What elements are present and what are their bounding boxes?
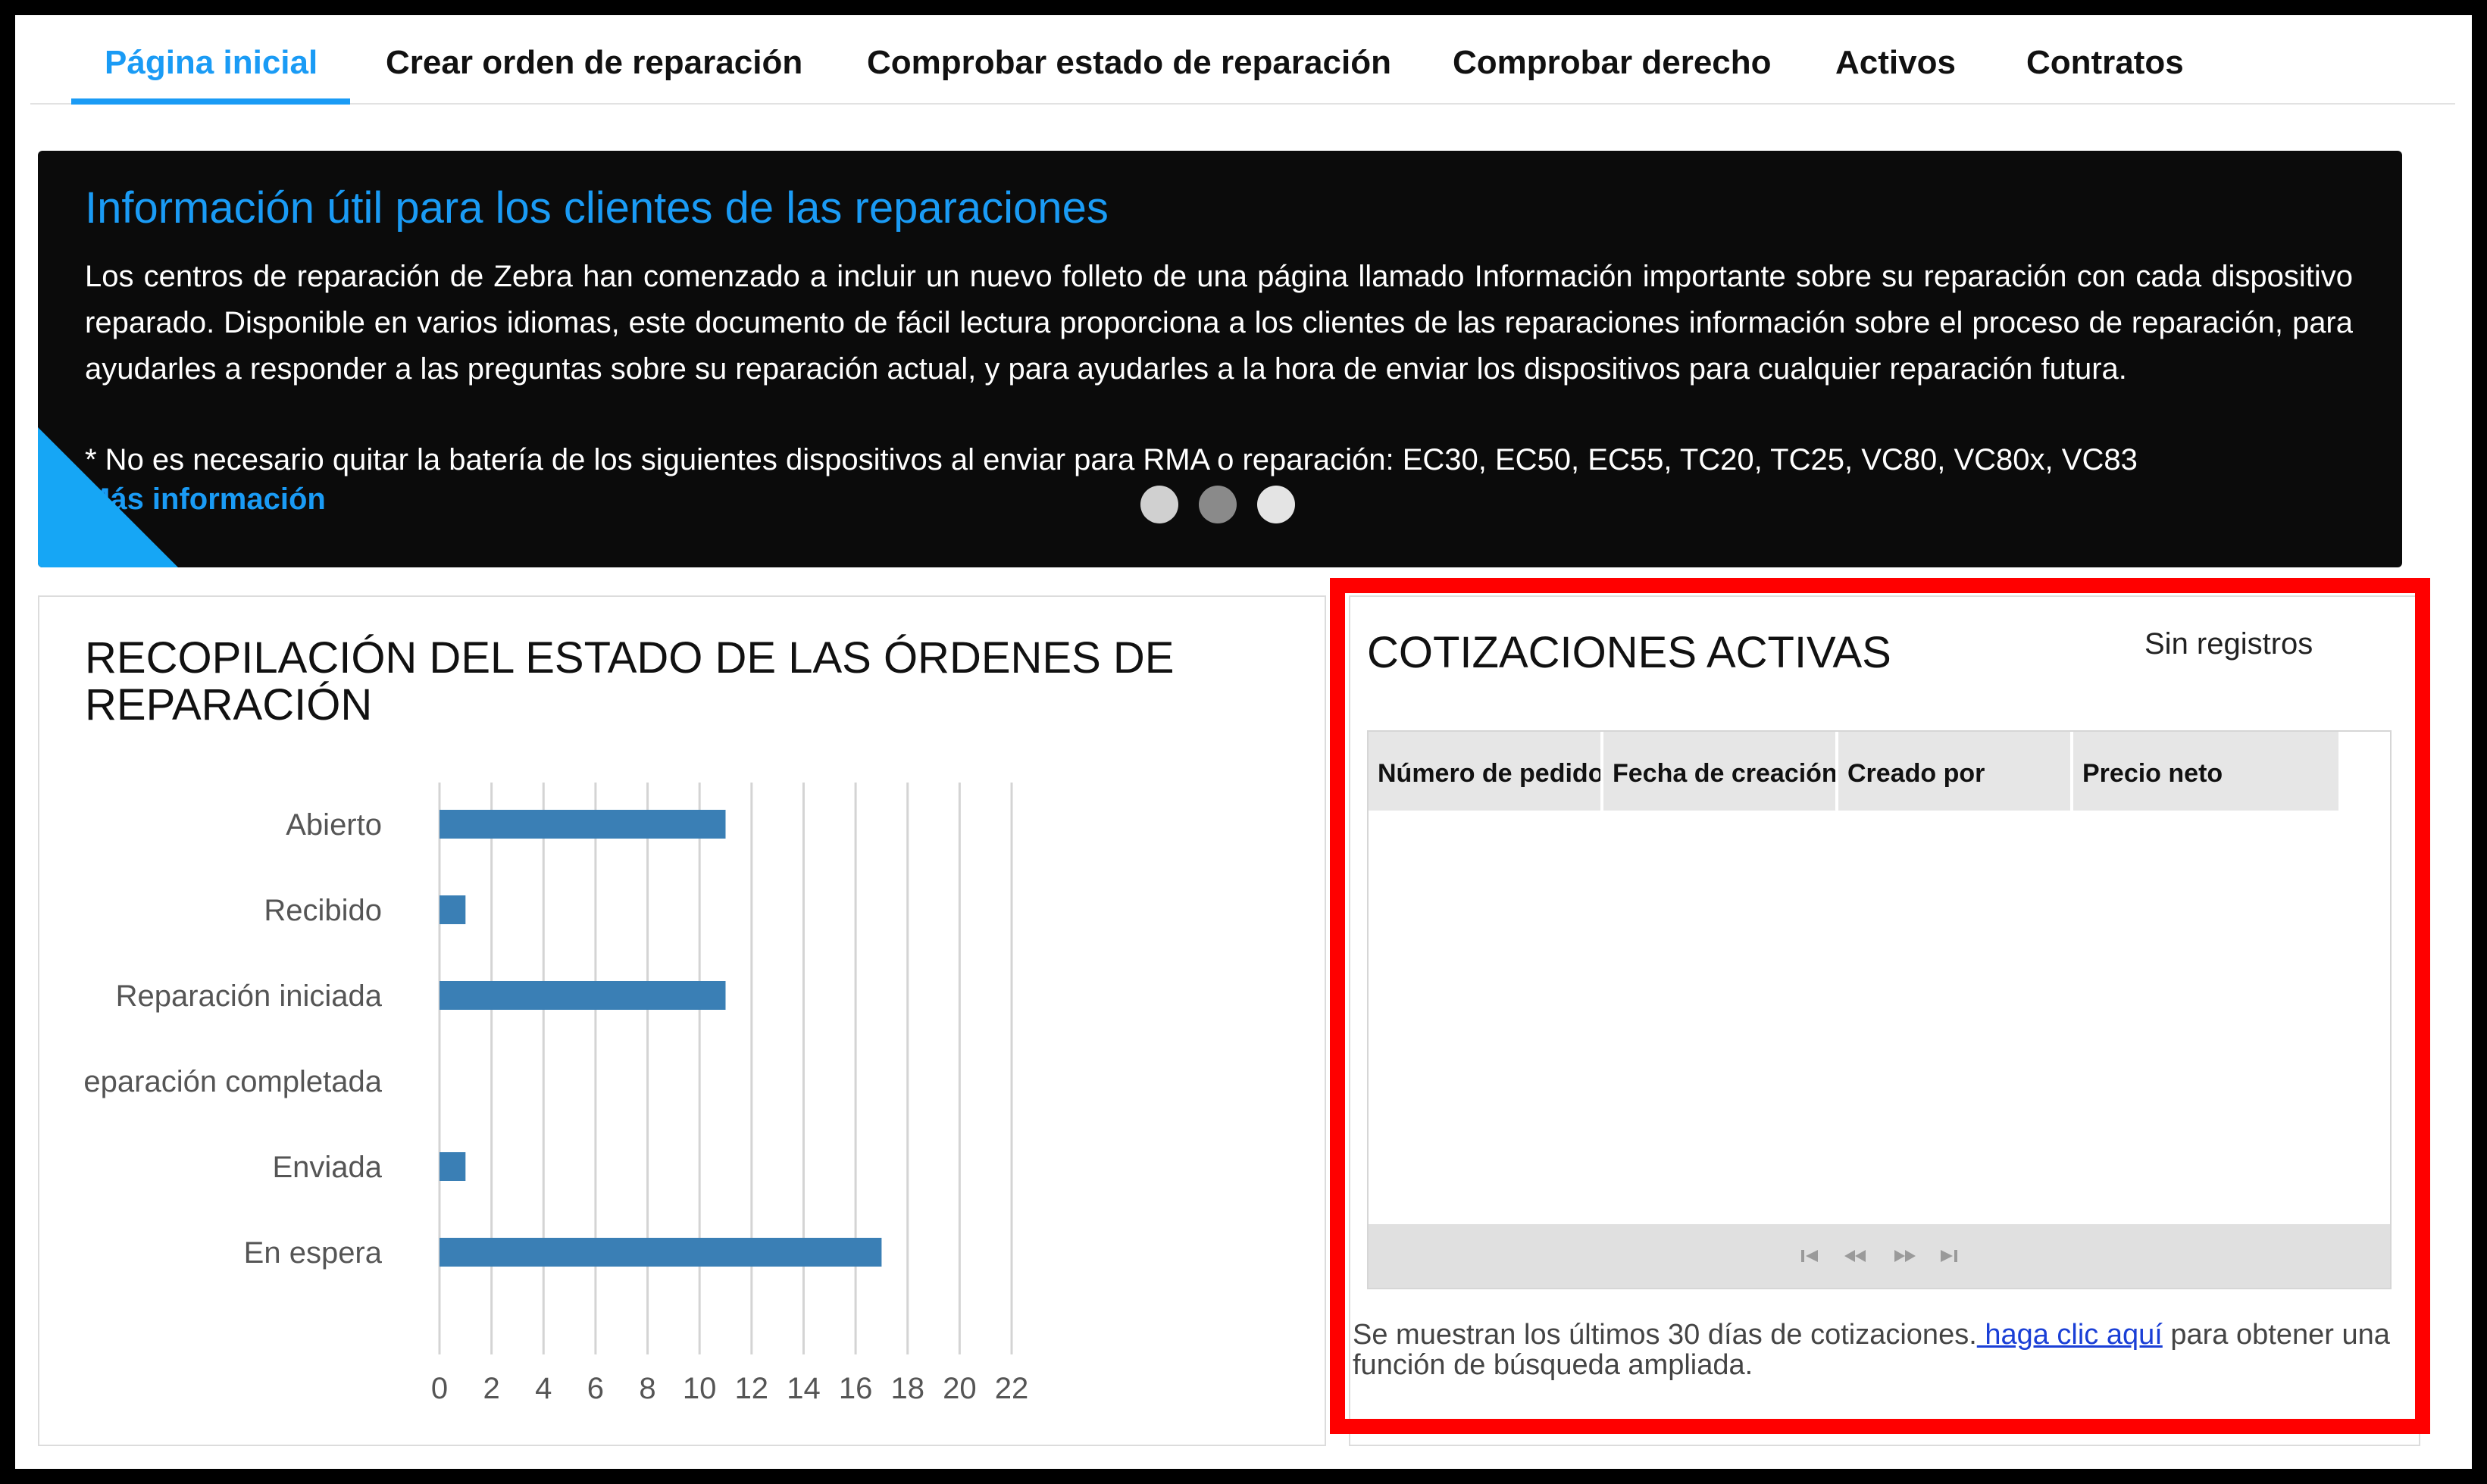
carousel-dot-1[interactable] [1140, 486, 1178, 523]
nav-tab-check-repair-status[interactable]: Comprobar estado de reparación [867, 15, 1391, 105]
no-records-label: Sin registros [2144, 627, 2313, 661]
active-tab-indicator [71, 98, 350, 105]
first-page-icon[interactable] [1795, 1241, 1825, 1271]
quotes-table: Número de pedido Fecha de creación Cread… [1367, 730, 2392, 1289]
category-label: Reparación completada [62, 1065, 383, 1098]
category-label: Recibido [264, 894, 382, 927]
nav-tab-check-entitlement[interactable]: Comprobar derecho [1453, 15, 1772, 105]
x-tick-label: 2 [483, 1372, 500, 1405]
quotes-title: COTIZACIONES ACTIVAS [1367, 628, 1891, 677]
search-link[interactable]: haga clic aquí [1977, 1319, 2163, 1351]
x-tick-label: 12 [735, 1372, 769, 1405]
page: Página inicial Crear orden de reparación… [15, 15, 2472, 1469]
bar [440, 1238, 882, 1267]
carousel-dot-3[interactable] [1257, 486, 1295, 523]
category-label: Reparación iniciada [116, 979, 383, 1013]
next-page-icon[interactable] [1890, 1241, 1920, 1271]
banner-corner-accent [38, 427, 178, 567]
column-order-number[interactable]: Número de pedido [1369, 732, 1603, 811]
category-label: Enviada [272, 1151, 382, 1184]
x-tick-label: 4 [535, 1372, 552, 1405]
bar [440, 895, 466, 924]
carousel-dot-2[interactable] [1199, 486, 1237, 523]
x-tick-label: 20 [943, 1372, 977, 1405]
info-banner: Información útil para los clientes de la… [38, 151, 2402, 567]
bar [440, 810, 726, 839]
nav-tab-create-repair-order[interactable]: Crear orden de reparación [386, 15, 802, 105]
category-label: Abierto [286, 808, 382, 842]
quotes-note-text: Se muestran los últimos 30 días de cotiz… [1353, 1319, 1977, 1351]
previous-page-icon[interactable] [1840, 1241, 1870, 1271]
top-navigation: Página inicial Crear orden de reparación… [30, 15, 2455, 105]
x-tick-label: 8 [639, 1372, 655, 1405]
banner-body: Los centros de reparación de Zebra han c… [85, 260, 2353, 386]
status-bar-chart: 0 2 4 6 8 10 12 14 16 18 20 22 Abierto Recibido Repara… [62, 783, 1029, 1405]
quotes-footnote: Se muestran los últimos 30 días de cotiz… [1353, 1320, 2421, 1380]
x-tick-label: 14 [787, 1372, 821, 1405]
nav-tab-assets[interactable]: Activos [1835, 15, 1956, 105]
banner-note: * No es necesario quitar la batería de l… [85, 443, 2138, 476]
column-net-price[interactable]: Precio neto [2073, 732, 2338, 811]
nav-tab-contracts[interactable]: Contratos [2026, 15, 2184, 105]
x-tick-label: 18 [890, 1372, 924, 1405]
quotes-table-header: Número de pedido Fecha de creación Cread… [1369, 732, 2338, 811]
category-label: En espera [244, 1236, 383, 1270]
x-tick-label: 22 [995, 1372, 1029, 1405]
bar [440, 981, 726, 1010]
x-tick-label: 6 [587, 1372, 604, 1405]
column-created-by[interactable]: Creado por [1838, 732, 2073, 811]
active-quotes-panel: COTIZACIONES ACTIVAS Sin registros Númer… [1349, 595, 2420, 1446]
column-creation-date[interactable]: Fecha de creación [1603, 732, 1838, 811]
nav-tab-home[interactable]: Página inicial [105, 15, 318, 105]
banner-title: Información útil para los clientes de la… [85, 183, 1109, 233]
quotes-pager [1369, 1224, 2390, 1288]
bar [440, 1152, 466, 1181]
x-tick-label: 16 [839, 1372, 873, 1405]
last-page-icon[interactable] [1933, 1241, 1963, 1271]
repair-status-summary-panel: RECOPILACIÓN DEL ESTADO DE LAS ÓRDENES D… [38, 595, 1326, 1446]
x-tick-label: 0 [431, 1372, 448, 1405]
x-tick-label: 10 [683, 1372, 717, 1405]
